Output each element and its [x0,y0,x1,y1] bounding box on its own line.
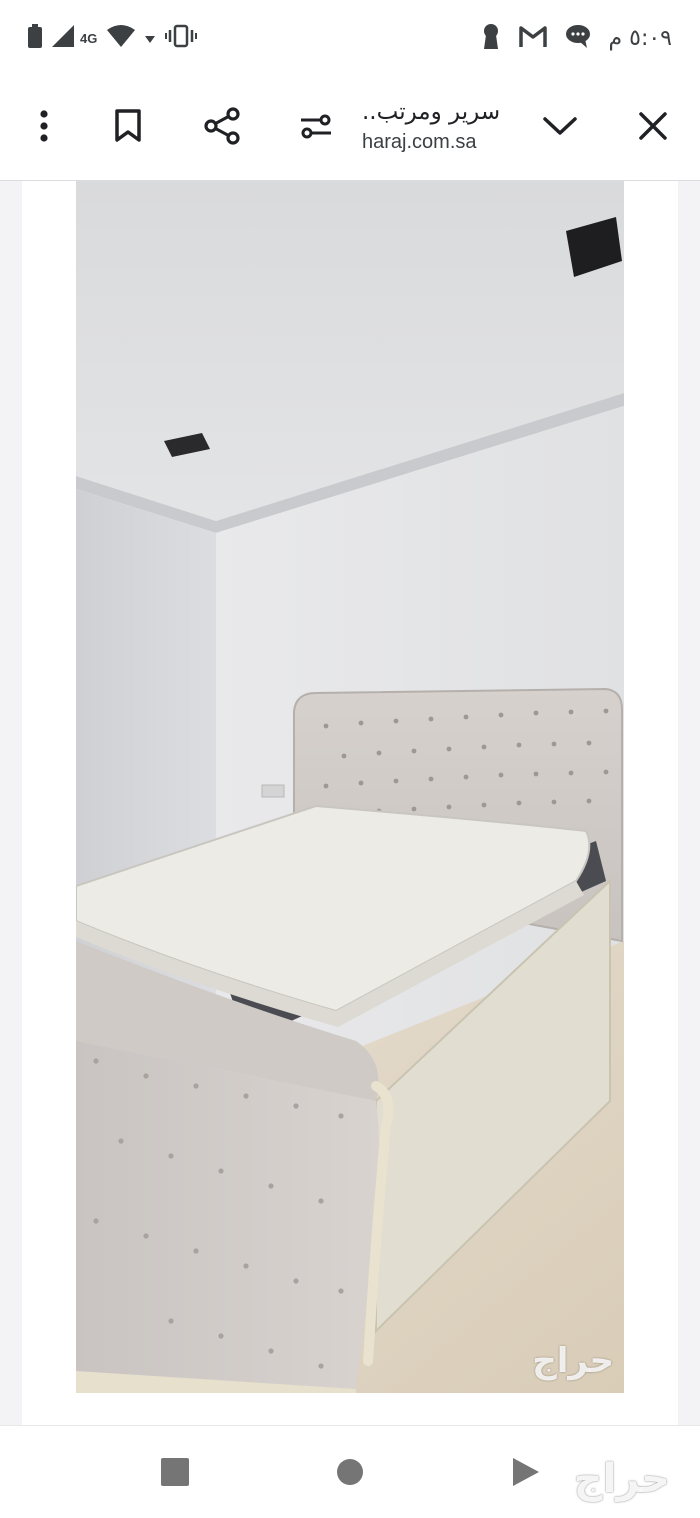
listing-photo[interactable]: حراج [76,181,624,1393]
system-navigation-bar: حراج [0,1425,700,1518]
page-title: سرير ومرتب.. [362,99,501,125]
wifi-icon [107,25,136,51]
status-time: ٥:٠٩ م [608,25,673,51]
message-icon [565,24,591,52]
minimize-button[interactable] [534,102,586,154]
page-url: haraj.com.sa [362,131,477,153]
square-icon [160,1457,190,1491]
back-button[interactable] [506,1454,546,1494]
signal-icon [52,25,74,51]
nav-watermark: حراج [573,1456,670,1502]
triangle-icon [511,1456,541,1492]
data-arrow-icon [145,29,156,48]
share-icon [203,107,241,149]
status-bar: 4G ٥:٠٩ م [0,0,700,76]
battery-icon [28,24,42,52]
gmail-icon [518,25,547,51]
page-controls-button[interactable] [290,102,342,154]
more-options-button[interactable] [18,102,70,154]
photo-watermark: حراج [532,1341,614,1381]
browser-toolbar: سرير ومرتب.. haraj.com.sa [0,76,700,181]
recent-apps-button[interactable] [155,1454,195,1494]
keyhole-icon [481,23,501,53]
status-left-icons: 4G [28,22,198,54]
close-icon [639,112,667,144]
bookmark-icon [114,109,142,147]
share-button[interactable] [196,102,248,154]
bookmark-button[interactable] [102,102,154,154]
chevron-down-icon [543,116,577,140]
bed-photo-illustration [76,181,624,1393]
status-right-icons: ٥:٠٩ م [481,22,673,54]
more-vert-icon [39,110,49,146]
tune-icon [300,112,332,144]
circle-icon [336,1458,364,1490]
page-title-block[interactable]: سرير ومرتب.. haraj.com.sa [362,96,532,160]
home-button[interactable] [330,1454,370,1494]
vibrate-icon [165,24,198,52]
close-button[interactable] [627,102,679,154]
network-type-label: 4G [80,30,98,46]
